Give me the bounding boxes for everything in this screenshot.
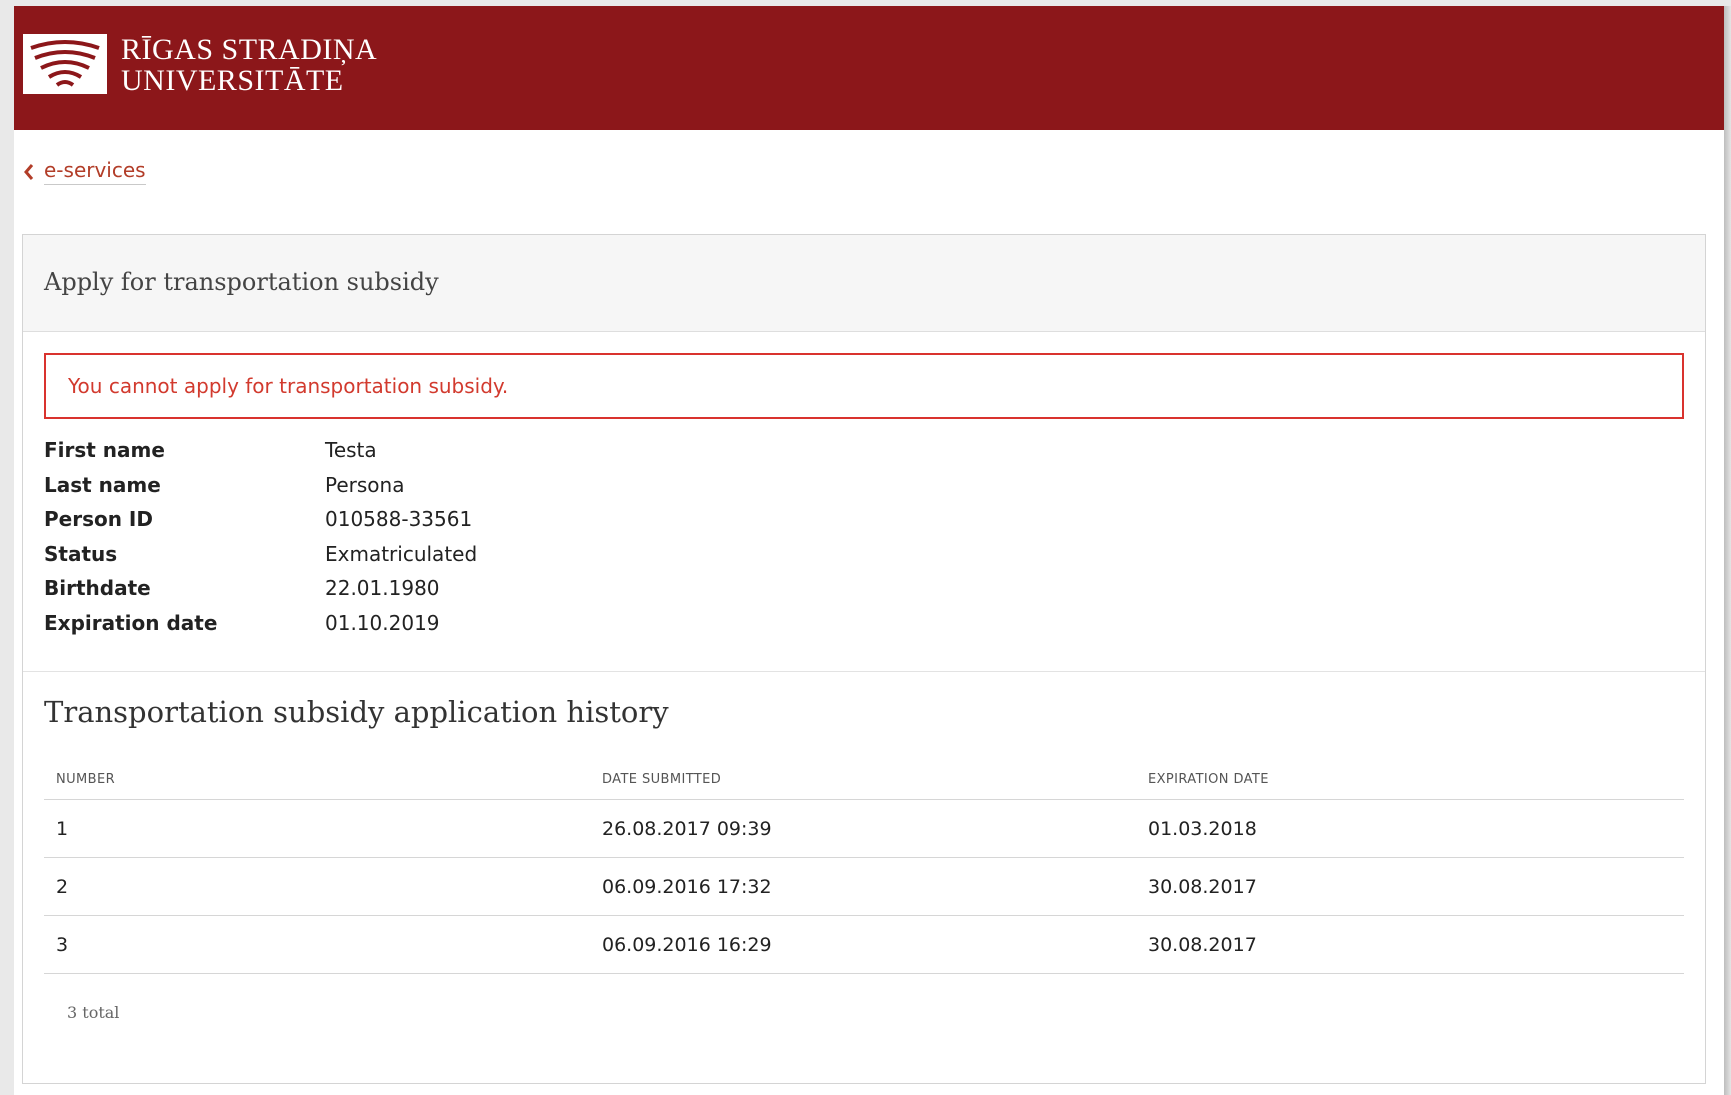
cell-expiration-date: 01.03.2018: [1148, 817, 1257, 840]
error-alert: You cannot apply for transportation subs…: [44, 353, 1684, 419]
info-value: Persona: [325, 472, 405, 497]
section-divider: [23, 671, 1705, 672]
cell-number: 2: [56, 875, 69, 898]
column-header-expiration-date[interactable]: EXPIRATION DATE: [1136, 772, 1684, 787]
table-row[interactable]: 3 06.09.2016 16:29 30.08.2017: [44, 916, 1684, 974]
cell-expiration-date: 30.08.2017: [1148, 875, 1257, 898]
info-label: Status: [44, 541, 118, 566]
info-row-last-name: Last name Persona: [44, 468, 477, 503]
rsu-arches-logo-icon[interactable]: [23, 34, 107, 94]
panel-header: Apply for transportation subsidy: [23, 235, 1705, 332]
person-info: First name Testa Last name Persona Perso…: [44, 433, 477, 640]
info-value: Exmatriculated: [325, 541, 478, 566]
info-row-birthdate: Birthdate 22.01.1980: [44, 571, 477, 606]
table-header: NUMBER DATE SUBMITTED EXPIRATION DATE: [44, 759, 1684, 800]
cell-number: 1: [56, 817, 69, 840]
panel-title: Apply for transportation subsidy: [44, 268, 439, 296]
info-row-first-name: First name Testa: [44, 433, 477, 468]
info-label: First name: [44, 438, 165, 463]
history-title: Transportation subsidy application histo…: [44, 695, 669, 729]
cell-number: 3: [56, 933, 69, 956]
brand-line-1: RĪGAS STRADIŅA: [121, 33, 378, 66]
brand-line-2: UNIVERSITĀTE: [121, 64, 344, 97]
page: RĪGAS STRADIŅA UNIVERSITĀTE e-services A…: [14, 6, 1724, 1095]
cell-date-submitted: 06.09.2016 17:32: [602, 875, 772, 898]
info-row-expiration-date: Expiration date 01.10.2019: [44, 606, 477, 641]
cell-date-submitted: 06.09.2016 16:29: [602, 933, 772, 956]
cell-date-submitted: 26.08.2017 09:39: [602, 817, 772, 840]
info-value: 22.01.1980: [325, 576, 440, 601]
cell-expiration-date: 30.08.2017: [1148, 933, 1257, 956]
brand-wordmark[interactable]: RĪGAS STRADIŅA UNIVERSITĀTE: [121, 34, 377, 96]
info-value: 01.10.2019: [325, 610, 440, 635]
site-header: RĪGAS STRADIŅA UNIVERSITĀTE: [14, 6, 1724, 130]
window-edge-shadow: [1724, 6, 1731, 1095]
column-header-date-submitted[interactable]: DATE SUBMITTED: [590, 772, 1136, 787]
info-row-status: Status Exmatriculated: [44, 537, 477, 572]
back-link-label: e-services: [44, 158, 146, 185]
info-label: Birthdate: [44, 576, 151, 601]
table-row[interactable]: 2 06.09.2016 17:32 30.08.2017: [44, 858, 1684, 916]
table-row[interactable]: 1 26.08.2017 09:39 01.03.2018: [44, 800, 1684, 858]
info-row-person-id: Person ID 010588-33561: [44, 502, 477, 537]
info-value: Testa: [325, 438, 377, 463]
info-label: Person ID: [44, 507, 153, 532]
back-to-e-services-link[interactable]: e-services: [22, 158, 146, 185]
column-header-number[interactable]: NUMBER: [44, 772, 590, 787]
chevron-left-icon: [24, 163, 34, 180]
info-label: Expiration date: [44, 610, 218, 635]
subsidy-panel: Apply for transportation subsidy You can…: [22, 234, 1706, 1084]
total-count: 3 total: [67, 1003, 120, 1022]
info-value: 010588-33561: [325, 507, 473, 532]
info-label: Last name: [44, 472, 161, 497]
history-table: NUMBER DATE SUBMITTED EXPIRATION DATE 1 …: [44, 759, 1684, 974]
